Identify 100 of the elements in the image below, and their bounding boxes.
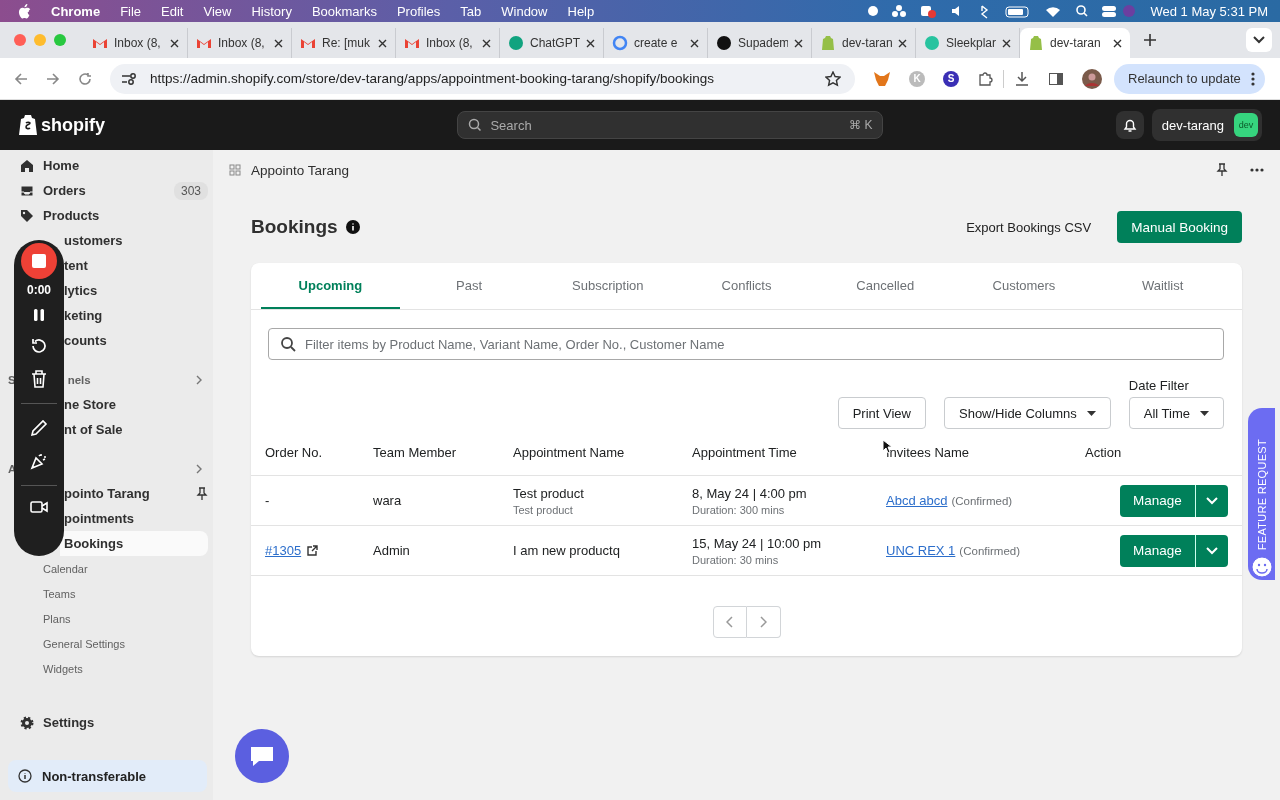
menu-item[interactable]: History bbox=[251, 3, 292, 19]
nav-item[interactable]: ne Store bbox=[60, 392, 208, 417]
manual-booking-button[interactable]: Manual Booking bbox=[1117, 211, 1242, 243]
bell-icon[interactable] bbox=[1121, 117, 1138, 133]
pause-icon[interactable] bbox=[33, 308, 45, 322]
forward-icon[interactable] bbox=[46, 71, 60, 86]
caret-icon[interactable] bbox=[1086, 410, 1096, 416]
side-panel-icon[interactable] bbox=[1048, 70, 1064, 87]
export-button[interactable]: Export Bookings CSV bbox=[956, 211, 1102, 243]
back-icon[interactable] bbox=[14, 71, 28, 86]
pin-icon[interactable] bbox=[1216, 163, 1228, 177]
close-icon[interactable] bbox=[586, 38, 595, 48]
tab[interactable]: Cancelled bbox=[815, 263, 955, 309]
nav-item[interactable]: keting bbox=[60, 303, 208, 328]
more-icon[interactable] bbox=[1250, 168, 1264, 172]
extension-icon[interactable]: S bbox=[943, 70, 959, 87]
apple-icon[interactable] bbox=[18, 3, 31, 19]
tab[interactable]: Upcoming bbox=[261, 263, 400, 309]
tab-search-button[interactable] bbox=[1246, 28, 1272, 52]
chevron-right-icon[interactable] bbox=[195, 463, 203, 474]
search-field[interactable]: Search ⌘ K bbox=[457, 111, 884, 139]
reload-icon[interactable] bbox=[78, 71, 92, 86]
browser-tab[interactable]: dev-taran bbox=[1020, 28, 1130, 58]
info-icon[interactable] bbox=[18, 769, 32, 783]
nav-item[interactable]: pointments bbox=[60, 506, 208, 531]
trash-icon[interactable] bbox=[31, 370, 47, 388]
close-icon[interactable] bbox=[794, 38, 803, 48]
store-name[interactable]: dev-tarang bbox=[1161, 117, 1224, 133]
nav-item[interactable]: pointo Tarang bbox=[60, 481, 196, 506]
nav-item[interactable]: Products bbox=[10, 203, 212, 228]
extensions-puzzle-icon[interactable] bbox=[977, 70, 993, 87]
restart-icon[interactable] bbox=[30, 337, 48, 355]
close-icon[interactable] bbox=[898, 38, 907, 48]
menu-item[interactable]: Help bbox=[567, 3, 595, 19]
nav-item[interactable]: General Settings bbox=[10, 631, 212, 656]
nav-item[interactable]: ustomers bbox=[60, 228, 208, 253]
relaunch-button[interactable]: Relaunch to update bbox=[1114, 63, 1265, 94]
notifications-button[interactable] bbox=[1115, 111, 1144, 139]
menu-item[interactable]: Bookmarks bbox=[311, 3, 377, 19]
profile-avatar-icon[interactable] bbox=[1082, 68, 1102, 89]
nav-item[interactable]: Home bbox=[10, 153, 212, 178]
order-link[interactable]: #1305 bbox=[265, 543, 302, 558]
invitee-link[interactable]: UNC REX 1 bbox=[886, 543, 956, 558]
nav-item[interactable]: Orders 303 bbox=[10, 178, 212, 203]
more-icon[interactable] bbox=[1250, 71, 1255, 86]
info-icon[interactable] bbox=[345, 220, 360, 234]
nav-item[interactable]: lytics bbox=[60, 278, 208, 303]
camera-icon[interactable] bbox=[30, 501, 48, 513]
manage-button[interactable]: Manage bbox=[1120, 484, 1195, 517]
columns-dropdown[interactable]: Show/Hide Columns bbox=[944, 397, 1111, 429]
new-tab-icon[interactable] bbox=[1144, 34, 1156, 46]
status-icons[interactable] bbox=[866, 3, 1137, 19]
nav-item[interactable]: nt of Sale bbox=[60, 417, 208, 442]
external-link-icon[interactable] bbox=[307, 545, 319, 556]
close-icon[interactable] bbox=[378, 38, 387, 48]
tab[interactable]: Past bbox=[399, 263, 539, 309]
shopify-logo[interactable]: shopify bbox=[18, 114, 105, 136]
menu-item[interactable]: Edit bbox=[161, 3, 184, 19]
chevron-right-icon[interactable] bbox=[759, 616, 767, 628]
nav-item[interactable]: Bookings bbox=[60, 531, 208, 556]
sparkle-icon[interactable] bbox=[30, 452, 48, 470]
caret-icon[interactable] bbox=[1200, 410, 1209, 416]
address-field[interactable]: https://admin.shopify.com/store/dev-tarang/apps/appointment-booking-tarang/shopify/bookings bbox=[110, 63, 855, 94]
tab[interactable]: Customers bbox=[954, 263, 1094, 309]
close-icon[interactable] bbox=[274, 38, 283, 48]
filter-field[interactable]: Filter items by Product Name, Variant Name, Order No., Customer Name bbox=[268, 328, 1224, 360]
more-actions-button[interactable] bbox=[1195, 484, 1228, 517]
nav-item[interactable]: Calendar bbox=[10, 556, 212, 581]
notice-banner[interactable]: Non-transferable bbox=[8, 760, 207, 792]
nav-item[interactable]: Teams bbox=[10, 581, 212, 606]
manage-button[interactable]: Manage bbox=[1120, 534, 1195, 567]
notice-text[interactable]: Non-transferable bbox=[42, 768, 147, 784]
store-menu-button[interactable]: dev-tarang dev bbox=[1151, 109, 1262, 141]
pin-icon[interactable] bbox=[196, 486, 208, 501]
invitee-link[interactable]: Abcd abcd bbox=[886, 493, 948, 508]
close-icon[interactable] bbox=[170, 38, 179, 48]
chevron-right-icon[interactable] bbox=[195, 374, 203, 385]
feature-request-tab[interactable]: FEATURE REQUEST bbox=[1248, 408, 1275, 580]
chat-bubble-icon[interactable] bbox=[249, 744, 275, 768]
bookmark-star-icon[interactable] bbox=[825, 70, 841, 87]
download-icon[interactable] bbox=[1014, 70, 1030, 87]
tab[interactable]: Waitlist bbox=[1093, 263, 1233, 309]
settings-nav-item[interactable]: Settings bbox=[10, 710, 212, 735]
gear-icon[interactable] bbox=[20, 715, 34, 730]
chevron-down-icon[interactable] bbox=[1253, 36, 1265, 44]
menu-item[interactable]: Chrome bbox=[51, 3, 101, 19]
date-filter-dropdown[interactable]: All Time bbox=[1128, 397, 1224, 429]
menu-item[interactable]: View bbox=[203, 3, 232, 19]
print-view-button[interactable]: Print View bbox=[837, 397, 926, 429]
nav-item[interactable]: counts bbox=[60, 328, 208, 353]
close-icon[interactable] bbox=[1002, 38, 1011, 48]
close-icon[interactable] bbox=[482, 38, 491, 48]
nav-item[interactable]: tent bbox=[60, 253, 208, 278]
feature-request-label[interactable]: FEATURE REQUEST bbox=[1255, 438, 1268, 550]
site-settings-icon[interactable] bbox=[120, 71, 138, 86]
menu-item[interactable]: Tab bbox=[460, 3, 482, 19]
nav-item[interactable]: Widgets bbox=[10, 656, 212, 681]
fox-extension-icon[interactable] bbox=[873, 70, 891, 87]
pencil-icon[interactable] bbox=[30, 419, 48, 437]
stop-button[interactable] bbox=[21, 243, 57, 279]
